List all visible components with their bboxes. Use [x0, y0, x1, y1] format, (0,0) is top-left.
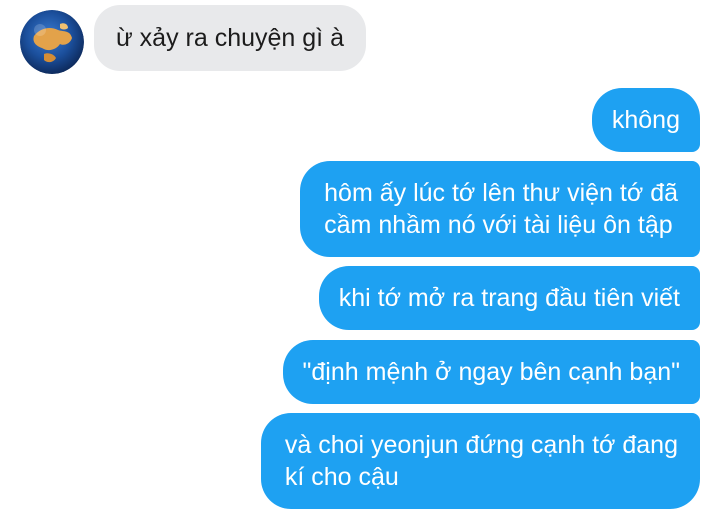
message-text-line: cầm nhầm nó với tài liệu ôn tập [324, 211, 673, 239]
outgoing-message-bubble[interactable]: không [591, 88, 700, 152]
outgoing-message-bubble[interactable]: và choi yeonjun đứng cạnh tớ đang kí cho… [260, 413, 700, 509]
message-text-line: hôm ấy lúc tớ lên thư viện tớ đã [324, 179, 678, 207]
outgoing-message-bubble[interactable]: hôm ấy lúc tớ lên thư viện tớ đã cầm nhầ… [300, 161, 700, 257]
message-text-line: và choi yeonjun đứng cạnh tớ đang [284, 431, 678, 459]
contact-avatar[interactable] [20, 10, 84, 74]
message-text: "định mệnh ở ngay bên cạnh bạn" [302, 358, 680, 386]
message-text-line: kí cho cậu [284, 463, 399, 491]
outgoing-message-bubble[interactable]: "định mệnh ở ngay bên cạnh bạn" [282, 340, 700, 404]
globe-avatar-icon [20, 10, 84, 74]
message-text: khi tớ mở ra trang đầu tiên viết [338, 284, 680, 312]
outgoing-message-bubble[interactable]: khi tớ mở ra trang đầu tiên viết [318, 266, 700, 330]
incoming-message-bubble[interactable]: ừ xảy ra chuyện gì à [94, 5, 366, 71]
message-text: ừ xảy ra chuyện gì à [116, 24, 344, 52]
chat-thread: ừ xảy ra chuyện gì à không hôm ấy lúc tớ… [0, 0, 720, 515]
message-text: không [611, 106, 680, 134]
